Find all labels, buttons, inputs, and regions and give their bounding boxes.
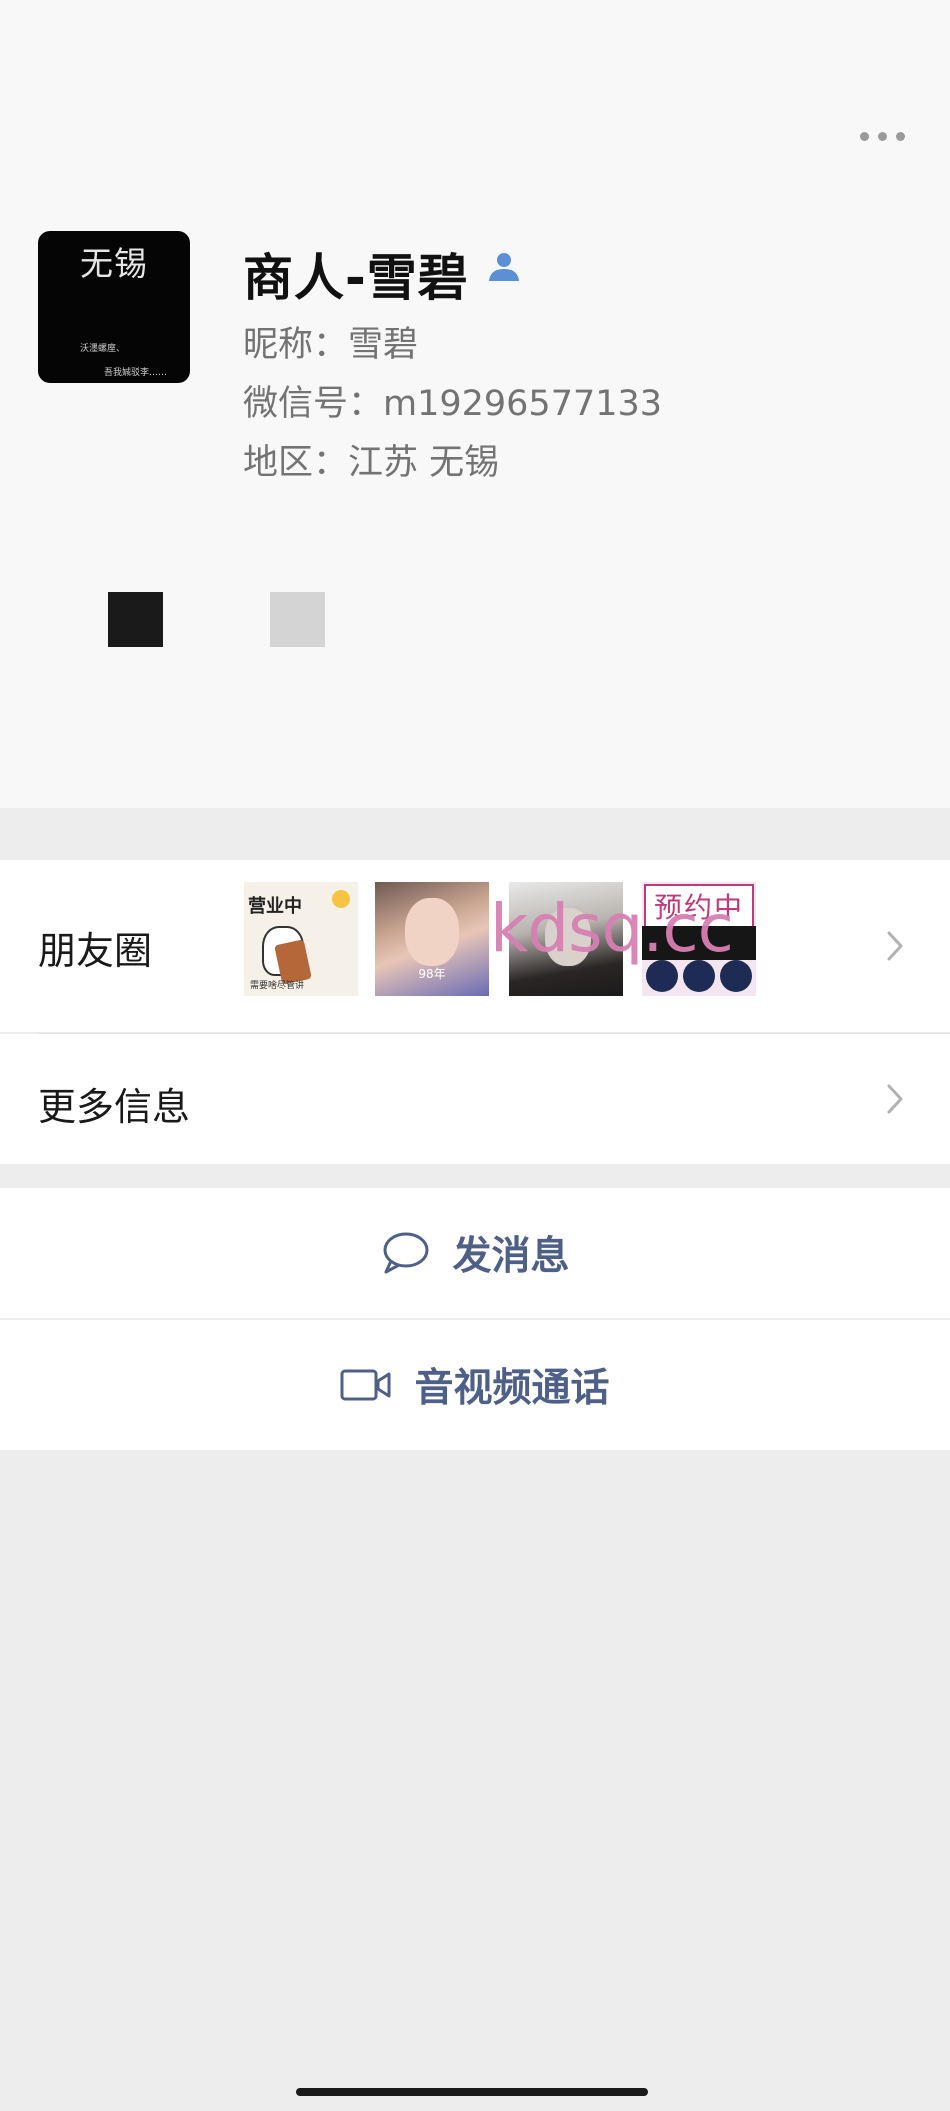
nickname-text: 昵称：雪碧 [243,325,419,365]
av-call-label: 音视频通话 [414,1366,610,1411]
avatar-caption: 沃濹螺庢、 [80,344,126,354]
contact-name: 商人-雪碧 [243,249,469,307]
chat-bubble-icon [383,1232,429,1274]
contact-person-icon [489,253,519,281]
sun-icon [332,890,350,908]
more-info-row[interactable]: 更多信息 [0,1034,950,1164]
moments-thumbnail[interactable]: 98年 [375,882,489,996]
watermark-text: kdsq.cc [490,890,734,967]
chevron-right-icon [887,931,903,961]
moments-thumbnail[interactable]: 营业中 需要啥尽管讲 [244,882,358,996]
wechat-id-text: 微信号：m19296577133 [243,384,663,424]
avatar[interactable]: 无锡 沃濹螺庢、 吾我娍驳李…… [38,231,190,383]
send-message-label: 发消息 [452,1234,570,1279]
portrait-image [405,898,459,966]
video-camera-icon [340,1369,391,1401]
thumbnail-caption: 98年 [418,967,446,981]
gray-square-block [270,592,325,647]
more-info-label: 更多信息 [38,1085,191,1129]
chevron-right-icon [887,1084,903,1114]
profile-card: 无锡 沃濹螺庢、 吾我娍驳李…… 商人-雪碧 昵称：雪碧 微信号：m192965… [0,0,950,808]
black-square-block [108,592,163,647]
moments-label: 朋友圈 [38,929,153,973]
more-options-icon[interactable] [860,128,910,144]
thumbnail-text: 营业中 [248,896,302,917]
av-call-button[interactable]: 音视频通话 [0,1320,950,1450]
thumbnail-caption: 需要啥尽管讲 [250,981,305,991]
home-indicator[interactable] [296,2088,648,2096]
avatar-caption-2: 吾我娍驳李…… [104,368,168,378]
avatar-title: 无锡 [80,244,148,283]
send-message-button[interactable]: 发消息 [0,1188,950,1318]
region-text: 地区：江苏 无锡 [243,443,500,483]
